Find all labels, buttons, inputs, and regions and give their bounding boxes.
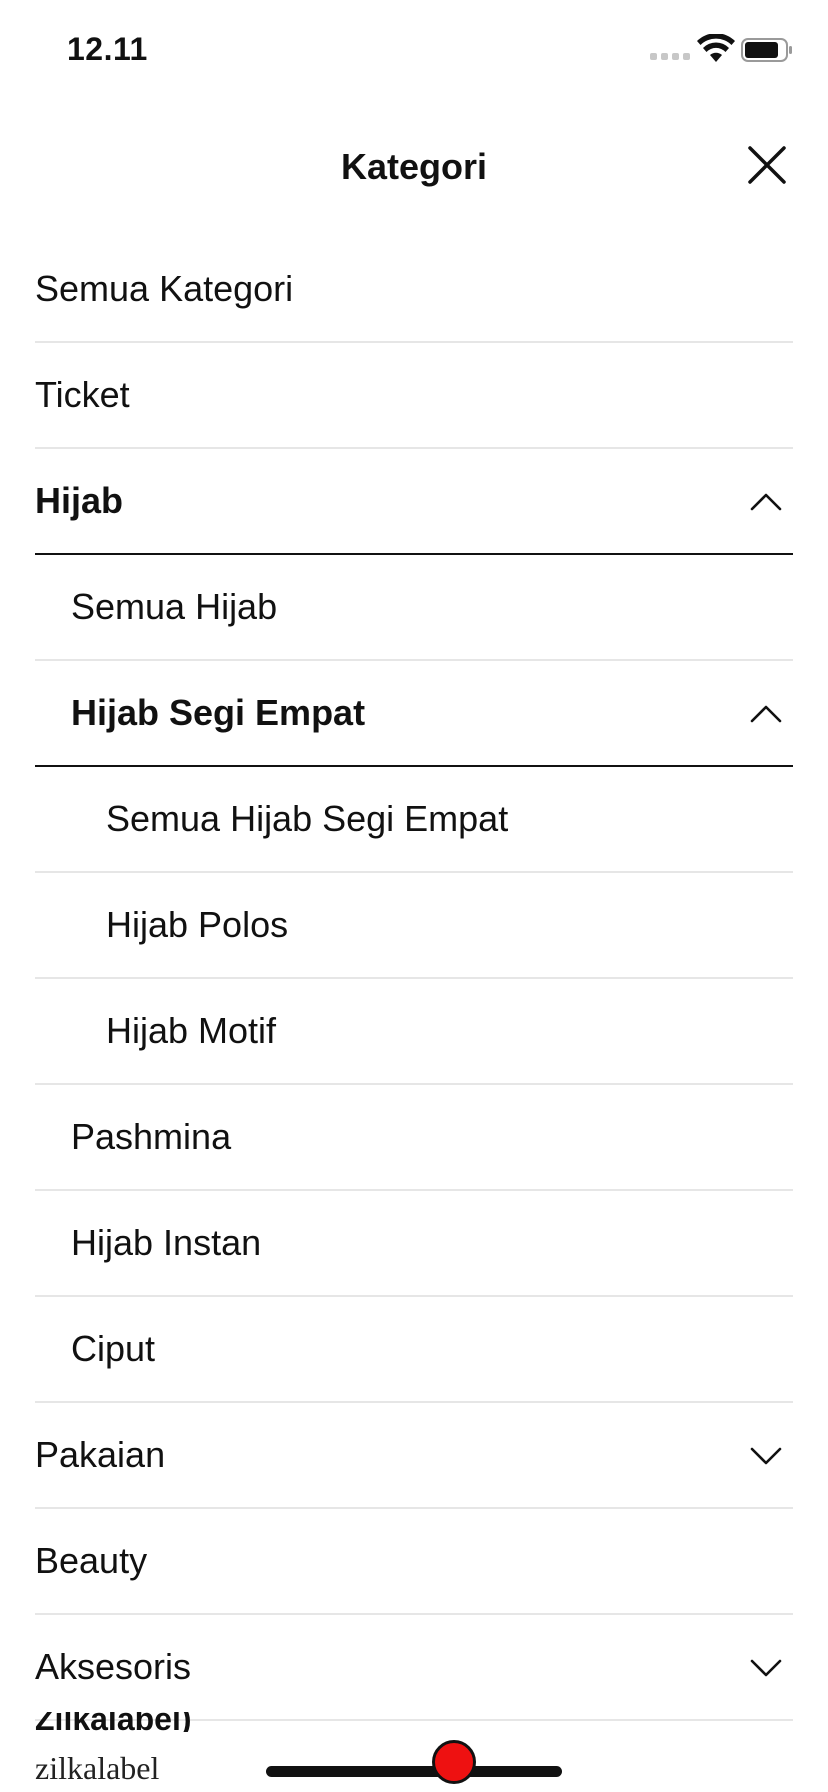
category-row[interactable]: Hijab Instan [35, 1191, 793, 1297]
category-label: Semua Hijab [71, 586, 278, 627]
battery-icon [741, 38, 792, 62]
chevron-up-icon[interactable] [749, 697, 783, 731]
home-indicator[interactable] [266, 1766, 562, 1777]
category-label: Pashmina [71, 1116, 232, 1157]
category-label: Ticket [35, 374, 130, 415]
chevron-down-icon[interactable] [749, 1651, 783, 1685]
close-icon[interactable] [744, 142, 790, 188]
category-row[interactable]: Semua Kategori [35, 237, 793, 343]
category-label: Hijab Polos [106, 904, 289, 945]
category-label: Hijab Motif [106, 1010, 277, 1051]
category-row[interactable]: Hijab Motif [35, 979, 793, 1085]
category-screen: 12.11 Kategori Semua Kategori Ticket Hijab… [0, 0, 828, 1792]
wifi-icon [697, 34, 735, 62]
category-list: Semua Kategori Ticket Hijab Semua Hijab Hija… [35, 237, 793, 1721]
category-row[interactable]: Pashmina [35, 1085, 793, 1191]
chevron-up-icon[interactable] [749, 485, 783, 519]
category-row[interactable]: Hijab Polos [35, 873, 793, 979]
status-bar: 12.11 [0, 0, 828, 100]
brand-logo: zilkalabel [35, 1750, 160, 1786]
category-label: Hijab Segi Empat [71, 692, 366, 733]
category-row[interactable]: Ticket [35, 343, 793, 449]
category-row[interactable]: Beauty [35, 1509, 793, 1615]
category-label: Pakaian [35, 1434, 166, 1475]
signal-dots-icon [650, 53, 692, 61]
page-title: Kategori [340, 146, 488, 187]
category-label: Beauty [35, 1540, 148, 1581]
category-row[interactable]: Semua Hijab Segi Empat [35, 767, 793, 873]
category-row[interactable]: Pakaian [35, 1403, 793, 1509]
category-row[interactable]: Hijab Segi Empat [35, 661, 793, 767]
header: Kategori [0, 120, 828, 212]
footer-partial-text: Zilkalabel) [35, 1712, 192, 1732]
category-row[interactable]: Hijab [35, 449, 793, 555]
category-row[interactable]: Ciput [35, 1297, 793, 1403]
category-label: Hijab [35, 480, 124, 521]
category-label: Ciput [71, 1328, 156, 1369]
status-time: 12.11 [67, 31, 148, 67]
category-row[interactable]: Aksesoris [35, 1615, 793, 1721]
category-label: Hijab Instan [71, 1222, 262, 1263]
record-button[interactable] [432, 1740, 476, 1784]
category-row[interactable]: Semua Hijab [35, 555, 793, 661]
chevron-down-icon[interactable] [749, 1439, 783, 1473]
category-label: Semua Kategori [35, 268, 294, 309]
category-label: Aksesoris [35, 1646, 192, 1687]
category-label: Semua Hijab Segi Empat [106, 798, 509, 839]
